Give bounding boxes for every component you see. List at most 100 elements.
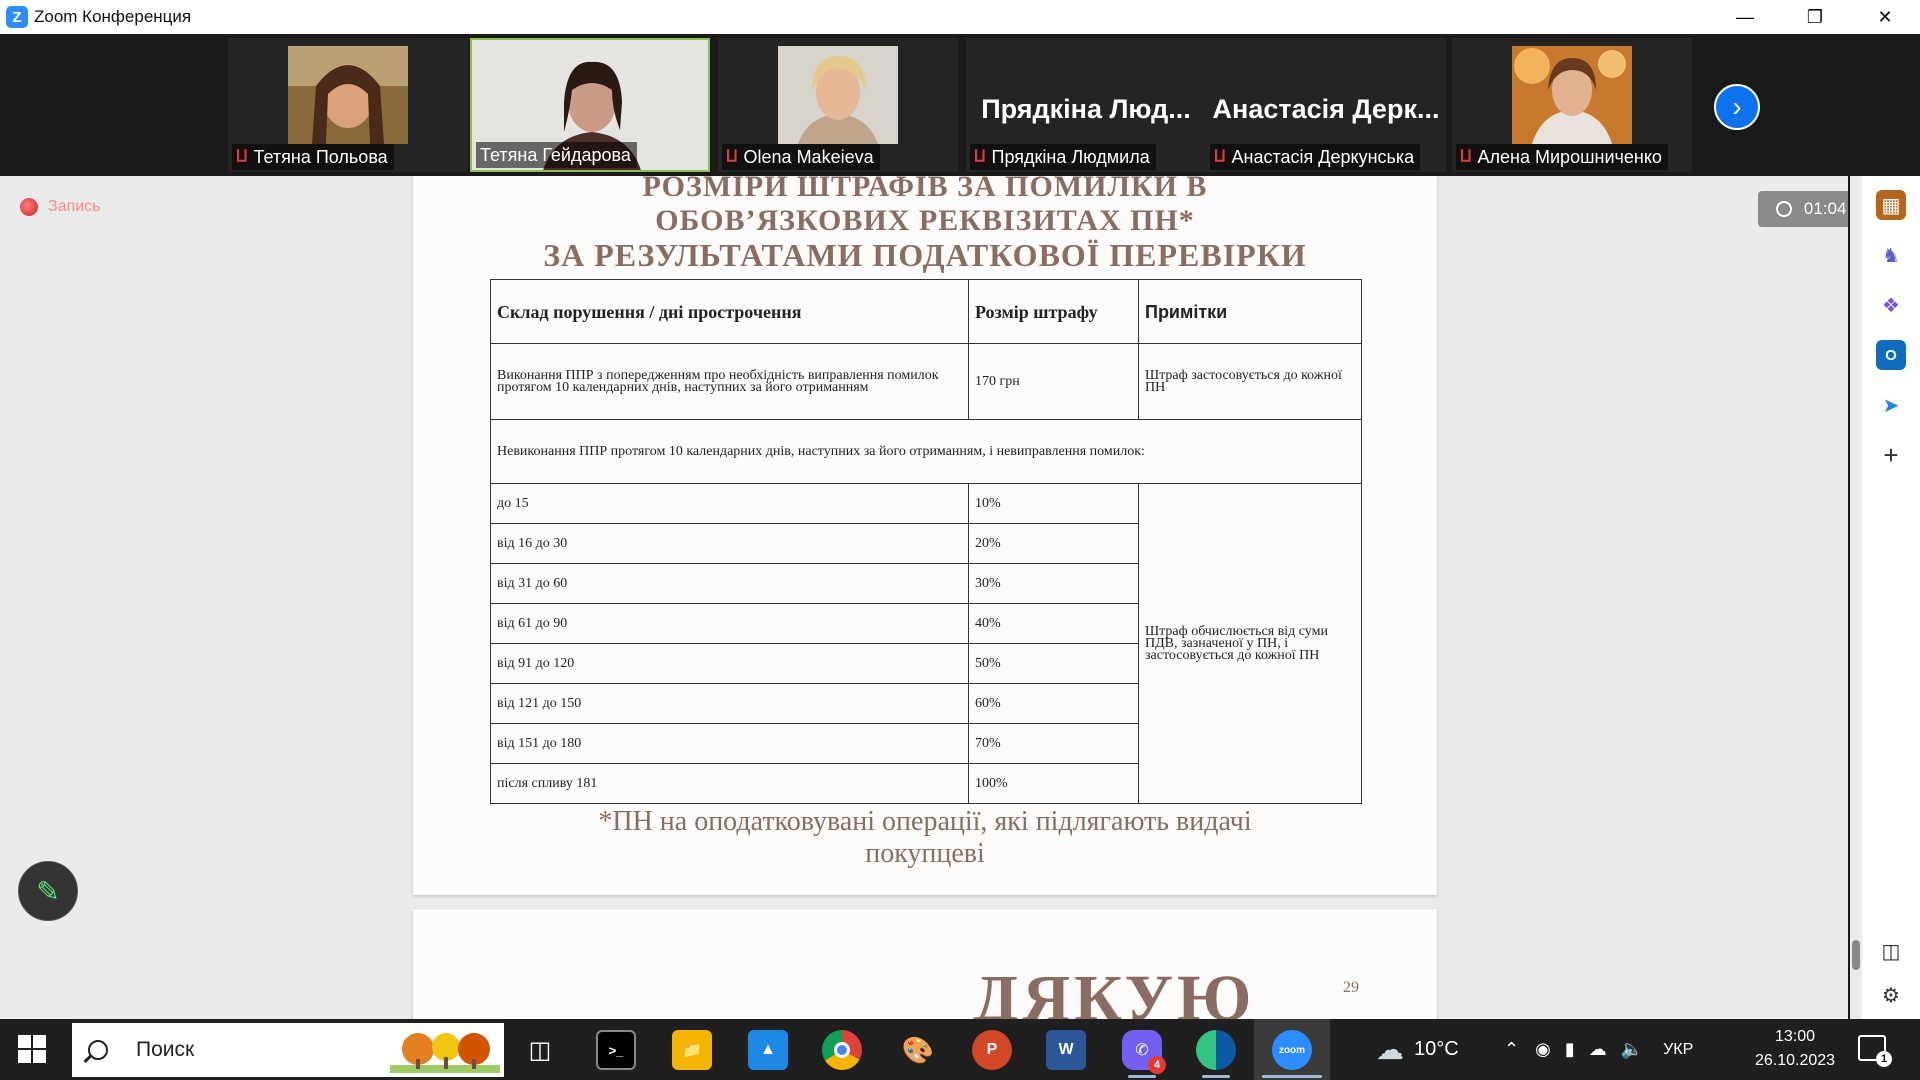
- table-row: до 15 10% Штраф обчислюється від суми ПД…: [490, 483, 1362, 804]
- scrollbar-thumb[interactable]: [1852, 940, 1860, 970]
- cell-days: від 16 до 30: [490, 523, 969, 564]
- fines-table: Склад порушення / дні прострочення Розмі…: [490, 279, 1362, 804]
- notifications-icon[interactable]: 1: [1858, 1035, 1892, 1067]
- onedrive-icon[interactable]: ☁: [1589, 1039, 1607, 1060]
- participant-name: Алена Мирошниченко: [1477, 146, 1662, 167]
- cell-fine: 70%: [968, 723, 1139, 764]
- zoom-logo-icon: Z: [6, 6, 28, 28]
- chrome-icon[interactable]: [822, 1030, 862, 1070]
- participant-tile[interactable]: ⨿ Тетяна Польова: [228, 38, 468, 172]
- volume-icon[interactable]: 🔈: [1621, 1039, 1643, 1060]
- mic-muted-icon: ⨿: [1214, 148, 1226, 165]
- copilot-icon[interactable]: ❖: [1876, 290, 1906, 320]
- chevron-right-icon: ›: [1732, 91, 1742, 122]
- recording-indicator[interactable]: Запись: [20, 198, 101, 216]
- participant-name: Olena Makeieva: [743, 146, 874, 167]
- powerpoint-icon[interactable]: P: [972, 1030, 1012, 1070]
- cell-fine: 40%: [968, 603, 1139, 644]
- send-icon[interactable]: ➤: [1876, 390, 1906, 420]
- weather-widget[interactable]: ☁ 10°C: [1376, 1019, 1459, 1080]
- edge-icon[interactable]: [1196, 1030, 1236, 1070]
- task-view-icon[interactable]: ◫: [520, 1030, 560, 1070]
- slide-next: ДЯКУЮ 29: [413, 909, 1437, 1019]
- taskbar-search-box[interactable]: Поиск: [72, 1023, 504, 1077]
- notifications-count: 1: [1876, 1051, 1892, 1067]
- participant-name: Тетяна Польова: [253, 146, 388, 167]
- table-row: Виконання ППР з попередженням про необхі…: [490, 343, 1362, 420]
- participant-nameplate: ⨿ Прядкіна Людмила: [970, 144, 1156, 170]
- clock-icon: [1775, 201, 1792, 217]
- restore-button[interactable]: ❐: [1780, 0, 1850, 34]
- cloud-icon: ☁: [1376, 1034, 1404, 1065]
- cell-violation: Виконання ППР з попередженням про необхі…: [490, 343, 969, 420]
- zoom-taskbar-icon[interactable]: zoom: [1272, 1030, 1312, 1070]
- participant-name: Анастасія Деркунська: [1231, 146, 1415, 167]
- table-row: Невиконання ППР протягом 10 календарних …: [490, 419, 1362, 484]
- participant-name: Прядкіна Людмила: [991, 146, 1150, 167]
- cell-days: від 151 до 180: [490, 723, 969, 764]
- panel-toggle-icon[interactable]: ◫: [1876, 936, 1906, 966]
- window-title: Zoom Конференция: [34, 7, 192, 26]
- mic-muted-icon: ⨿: [726, 148, 738, 165]
- participant-photo: [288, 46, 408, 144]
- cell-days: від 61 до 90: [490, 603, 969, 644]
- minimize-button[interactable]: —: [1710, 0, 1780, 34]
- cell-days: після спливу 181: [490, 763, 969, 804]
- next-slide-title: ДЯКУЮ: [973, 962, 1256, 1019]
- participant-photo: [778, 46, 898, 144]
- next-participants-button[interactable]: ›: [1714, 84, 1760, 130]
- record-icon: [20, 198, 38, 216]
- header-violation: Склад порушення / дні прострочення: [490, 279, 969, 344]
- mic-muted-icon: ⨿: [236, 148, 248, 165]
- viber-icon[interactable]: ✆ 4: [1122, 1030, 1166, 1074]
- paint-icon[interactable]: 🎨: [898, 1030, 938, 1070]
- settings-gear-icon[interactable]: ⚙: [1876, 980, 1906, 1010]
- viber-badge: 4: [1148, 1056, 1166, 1074]
- participant-tile[interactable]: ⨿ Алена Мирошниченко: [1452, 38, 1692, 172]
- cell-fine: 50%: [968, 643, 1139, 684]
- chevron-up-icon[interactable]: ⌃: [1504, 1039, 1519, 1060]
- zoom-open-indicator: [1262, 1075, 1322, 1078]
- weather-temp: 10°C: [1414, 1038, 1459, 1060]
- participant-tile[interactable]: Прядкіна Люд... ⨿ Прядкіна Людмила: [966, 38, 1206, 172]
- cell-ranges-note: Штраф обчислюється від суми ПДВ, зазначе…: [1138, 483, 1362, 804]
- window-titlebar: Z Zoom Конференция — ❐ ✕: [0, 0, 1920, 34]
- windows-start-icon[interactable]: [18, 1035, 46, 1063]
- vertical-scrollbar[interactable]: [1850, 176, 1862, 1019]
- search-placeholder: Поиск: [136, 1038, 195, 1061]
- annotate-pencil-button[interactable]: ✎: [18, 861, 78, 921]
- table-header-row: Склад порушення / дні прострочення Розмі…: [490, 279, 1362, 344]
- viber-open-indicator: [1128, 1075, 1156, 1078]
- briefcase-icon[interactable]: ▦: [1876, 190, 1906, 220]
- add-icon[interactable]: +: [1876, 440, 1906, 470]
- slide-current: РОЗМІРИ ШТРАФІВ ЗА ПОМИЛКИ В ОБОВ’ЯЗКОВИ…: [413, 176, 1437, 895]
- photos-icon[interactable]: ▲: [748, 1030, 788, 1070]
- cell-fine: 170 грн: [968, 343, 1139, 420]
- outlook-icon[interactable]: O: [1876, 340, 1906, 370]
- meeting-timer: 01:04:47: [1758, 191, 1848, 227]
- battery-icon[interactable]: ▮: [1565, 1039, 1575, 1060]
- slide-footnote: *ПН на оподатковувані операції, які підл…: [598, 806, 1252, 869]
- participant-nameplate: ⨿ Алена Мирошниченко: [1456, 144, 1668, 170]
- record-tray-icon[interactable]: ◉: [1535, 1039, 1551, 1060]
- participant-tile-active[interactable]: Тетяна Гейдарова: [470, 38, 710, 172]
- word-icon[interactable]: W: [1046, 1030, 1086, 1070]
- mic-muted-icon: ⨿: [974, 148, 986, 165]
- cell-fine: 20%: [968, 523, 1139, 564]
- participant-tile[interactable]: Анастасія Дерк... ⨿ Анастасія Деркунська: [1206, 38, 1446, 172]
- language-indicator[interactable]: УКР: [1663, 1041, 1693, 1059]
- close-button[interactable]: ✕: [1850, 0, 1920, 34]
- chess-icon[interactable]: ♞: [1876, 240, 1906, 270]
- header-fine: Розмір штрафу: [968, 279, 1139, 344]
- system-tray: ⌃ ◉ ▮ ☁ 🔈 УКР: [1504, 1019, 1693, 1080]
- participant-name: Тетяна Гейдарова: [480, 144, 631, 165]
- taskbar-clock[interactable]: 13:00 26.10.2023: [1750, 1025, 1840, 1073]
- terminal-icon[interactable]: >_: [596, 1030, 636, 1070]
- cell-fine: 100%: [968, 763, 1139, 804]
- cell-days: до 15: [490, 483, 969, 524]
- file-explorer-icon[interactable]: 📁: [672, 1030, 712, 1070]
- autumn-trees-icon: [390, 1033, 500, 1073]
- slide-title-line1: РОЗМІРИ ШТРАФІВ ЗА ПОМИЛКИ В: [642, 176, 1208, 203]
- participant-photo: [1512, 46, 1632, 144]
- participant-tile[interactable]: ⨿ Olena Makeieva: [718, 38, 958, 172]
